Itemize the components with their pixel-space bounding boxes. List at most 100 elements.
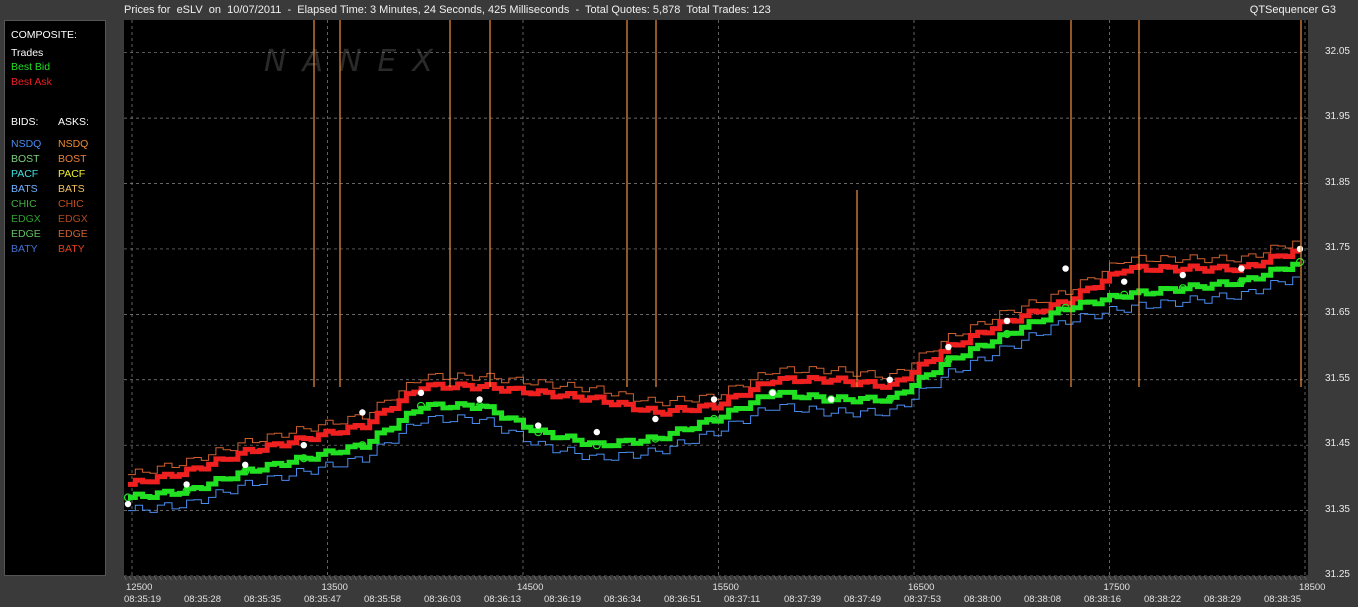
x-minor-tick: [483, 576, 487, 581]
x-minor-tick: [1173, 576, 1177, 581]
x-minor-tick: [1278, 576, 1282, 581]
x-minor-tick: [1083, 576, 1087, 581]
x-time-tick-label: 08:36:19: [544, 594, 581, 605]
x-minor-tick: [268, 576, 272, 581]
x-minor-tick: [243, 576, 247, 581]
x-minor-tick: [998, 576, 1002, 581]
trade-point: [1003, 317, 1011, 325]
x-minor-tick: [393, 576, 397, 581]
x-minor-tick: [1048, 576, 1052, 581]
x-minor-tick: [313, 576, 317, 581]
x-minor-tick: [368, 576, 372, 581]
x-minor-tick: [768, 576, 772, 581]
x-time-tick-label: 08:37:39: [784, 594, 821, 605]
x-minor-tick: [203, 576, 207, 581]
x-minor-tick: [1018, 576, 1022, 581]
x-minor-tick: [623, 576, 627, 581]
x-minor-tick: [873, 576, 877, 581]
x-minor-tick: [618, 576, 622, 581]
x-minor-tick: [468, 576, 472, 581]
x-minor-tick: [568, 576, 572, 581]
x-count-tick-label: 15500: [712, 582, 739, 593]
trade-point: [886, 376, 893, 383]
x-minor-tick: [1158, 576, 1162, 581]
x-minor-tick: [1233, 576, 1237, 581]
x-time-tick-label: 08:37:49: [844, 594, 881, 605]
x-minor-tick: [488, 576, 492, 581]
x-minor-tick: [298, 576, 302, 581]
legend-bid-baty: BATY: [11, 243, 38, 255]
x-time-tick-label: 08:38:29: [1204, 594, 1241, 605]
x-minor-tick: [198, 576, 202, 581]
x-minor-tick: [1148, 576, 1152, 581]
x-minor-tick: [653, 576, 657, 581]
x-minor-tick: [1138, 576, 1142, 581]
x-minor-tick: [448, 576, 452, 581]
x-minor-tick: [403, 576, 407, 581]
x-minor-tick: [218, 576, 222, 581]
x-minor-tick: [163, 576, 167, 581]
x-minor-tick: [613, 576, 617, 581]
x-time-tick-label: 08:38:35: [1264, 594, 1301, 605]
legend-best-bid: Best Bid: [11, 61, 51, 73]
x-time-tick-label: 08:38:22: [1144, 594, 1181, 605]
x-minor-tick: [1113, 576, 1117, 581]
x-time-tick-label: 08:37:11: [724, 594, 761, 605]
x-minor-tick: [273, 576, 277, 581]
series-best-ask: [128, 248, 1300, 487]
x-minor-tick: [678, 576, 682, 581]
x-minor-tick: [1268, 576, 1272, 581]
x-minor-tick: [238, 576, 242, 581]
trade-point: [769, 389, 776, 397]
x-count-tick-label: 18500: [1299, 582, 1326, 593]
x-minor-tick: [898, 576, 902, 581]
x-minor-tick: [828, 576, 832, 581]
x-minor-tick: [1198, 576, 1202, 581]
x-minor-tick: [318, 576, 322, 581]
x-minor-tick: [603, 576, 607, 581]
legend-best-ask: Best Ask: [11, 76, 52, 88]
trade-point: [359, 409, 366, 416]
legend-ask-bats: BATS: [58, 183, 85, 195]
trade-point: [1238, 265, 1245, 272]
y-tick-label: 31.65: [1324, 307, 1350, 319]
x-minor-tick: [148, 576, 152, 581]
x-minor-tick: [703, 576, 707, 581]
x-minor-tick: [748, 576, 752, 581]
asks-heading: ASKS:: [58, 116, 89, 128]
x-minor-tick: [733, 576, 737, 581]
trade-point: [1121, 278, 1128, 285]
x-minor-tick: [848, 576, 852, 581]
x-minor-tick: [1193, 576, 1197, 581]
trade-point: [1179, 271, 1187, 279]
y-tick-label: 31.25: [1324, 569, 1350, 580]
x-minor-tick: [833, 576, 837, 581]
x-minor-tick: [823, 576, 827, 581]
x-minor-tick: [328, 576, 332, 581]
x-minor-tick: [778, 576, 782, 581]
x-minor-tick: [303, 576, 307, 581]
x-minor-tick: [1063, 576, 1067, 581]
x-minor-tick: [473, 576, 477, 581]
trade-point: [124, 500, 132, 508]
x-minor-tick: [1008, 576, 1012, 581]
legend-ask-edge: EDGE: [58, 228, 88, 240]
x-minor-tick: [548, 576, 552, 581]
x-minor-tick: [1168, 576, 1172, 581]
x-minor-tick: [248, 576, 252, 581]
x-minor-tick: [1238, 576, 1242, 581]
x-minor-tick: [208, 576, 212, 581]
trade-point: [710, 396, 718, 403]
x-minor-tick: [323, 576, 327, 581]
x-minor-tick: [638, 576, 642, 581]
x-minor-tick: [1283, 576, 1287, 581]
x-minor-tick: [1093, 576, 1097, 581]
x-minor-tick: [718, 576, 722, 581]
y-tick-label: 32.05: [1324, 45, 1350, 57]
title-bar: Prices for eSLV on 10/07/2011 - Elapsed …: [0, 0, 1358, 20]
x-minor-tick: [993, 576, 997, 581]
x-minor-tick: [1118, 576, 1122, 581]
x-minor-tick: [948, 576, 952, 581]
x-minor-tick: [628, 576, 632, 581]
x-minor-tick: [758, 576, 762, 581]
